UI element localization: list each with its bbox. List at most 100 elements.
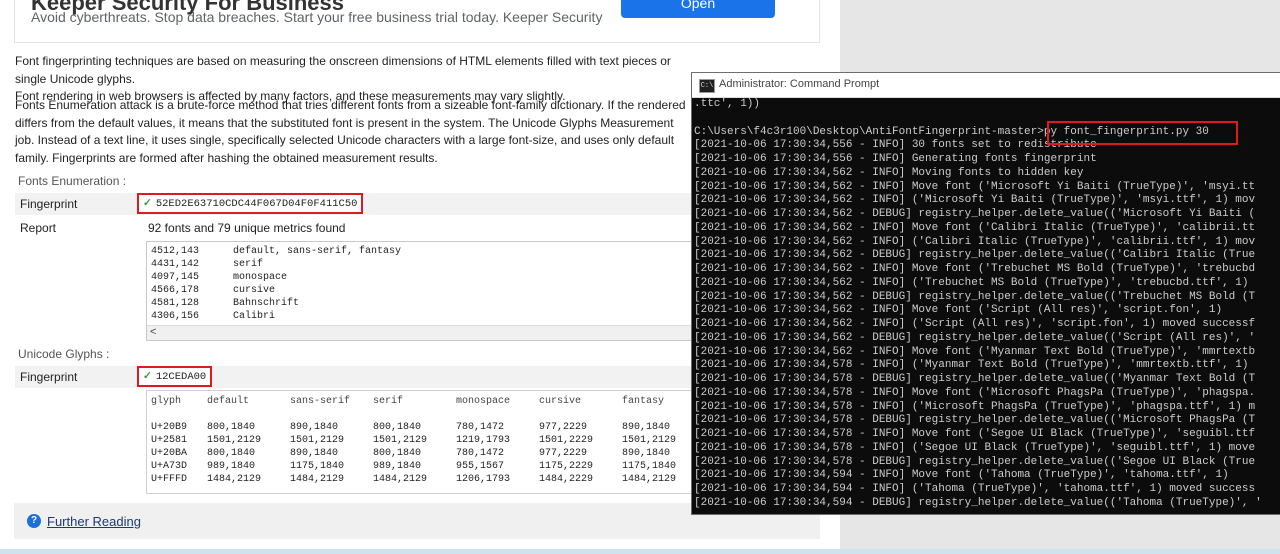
console-line: .ttc', 1)) <box>694 98 761 110</box>
table-cell: U+2581 <box>151 435 188 446</box>
check-icon: ✓ <box>143 370 152 382</box>
scroll-left-icon[interactable]: < <box>150 326 156 338</box>
console-line: [2021-10-06 17:30:34,562 - INFO] Move fo… <box>694 263 1256 275</box>
metric-fonts: monospace <box>233 272 288 283</box>
table-cell: U+20B9 <box>151 422 188 433</box>
metric-size: 4097,145 <box>151 272 200 283</box>
list-item: 4581,128 Bahnschrift <box>151 298 299 309</box>
console-line: [2021-10-06 17:30:34,578 - DEBUG] regist… <box>694 455 1256 468</box>
ad-banner[interactable]: Keeper Security For Business Avoid cyber… <box>14 0 820 43</box>
fonts-fingerprint-row: Fingerprint ✓ 52ED2E63710CDC44F067D04F0F4… <box>15 193 691 215</box>
unicode-fingerprint-value[interactable]: ✓ 12CEDA00 <box>137 366 213 387</box>
command-highlight <box>1047 121 1238 145</box>
list-item: 4306,156 Calibri <box>151 311 275 322</box>
console-line: [2021-10-06 17:30:34,578 - INFO] Move fo… <box>694 386 1256 399</box>
fonts-fingerprint-value[interactable]: ✓ 52ED2E63710CDC44F067D04F0F411C50 <box>137 193 364 214</box>
enumeration-line: family. Fingerprints are formed after ha… <box>15 150 438 165</box>
metric-size: 4512,143 <box>151 246 200 257</box>
table-cell: 1501,2129 <box>373 435 428 446</box>
fingerprint-label: Fingerprint <box>20 370 78 384</box>
bottom-strip <box>0 549 1280 554</box>
table-cell: 780,1472 <box>456 422 505 433</box>
metric-fonts: Calibri <box>233 311 276 322</box>
report-text: 92 fonts and 79 unique metrics found <box>148 221 346 235</box>
table-cell: 800,1840 <box>207 422 256 433</box>
glyph-table: glyph default sans-serif serif monospace curs… <box>146 390 696 494</box>
font-metrics-list[interactable]: 4512,143 default, sans-serif, fantasy 443… <box>146 241 696 341</box>
metric-size: 4306,156 <box>151 311 200 322</box>
window-titlebar[interactable]: C:\ Administrator: Command Prompt <box>692 73 1280 98</box>
table-cell: 1484,2129 <box>207 474 262 485</box>
console-line: [2021-10-06 17:30:34,594 - INFO] Move fo… <box>694 469 1229 482</box>
further-reading-link[interactable]: Further Reading <box>47 514 141 529</box>
table-header: sans-serif <box>290 396 351 407</box>
table-cell: U+20BA <box>151 448 188 459</box>
table-header: cursive <box>539 396 582 407</box>
table-cell: 1484,2129 <box>290 474 345 485</box>
console-line: [2021-10-06 17:30:34,562 - INFO] Move fo… <box>694 345 1256 358</box>
console-output[interactable]: .ttc', 1)) C:\Users\f4c3r100\Desktop\Anti… <box>692 97 1280 514</box>
table-header: monospace <box>456 396 511 407</box>
console-line: [2021-10-06 17:30:34,562 - DEBUG] regist… <box>694 249 1256 262</box>
console-line: [2021-10-06 17:30:34,578 - INFO] Move fo… <box>694 428 1256 440</box>
metric-size: 4431,142 <box>151 259 200 270</box>
table-header: default <box>207 396 250 407</box>
console-line: [2021-10-06 17:30:34,562 - INFO] ('Calib… <box>694 235 1256 248</box>
enumeration-line: job. Instead of a text line, it uses sin… <box>15 133 675 147</box>
metric-fonts: default, sans-serif, fantasy <box>233 246 402 257</box>
table-cell: 1501,2129 <box>207 435 262 446</box>
horizontal-scrollbar[interactable]: < <box>147 325 695 340</box>
table-cell: 1484,2129 <box>373 474 428 485</box>
table-cell: 890,1840 <box>290 422 339 433</box>
list-item: 4566,178 cursive <box>151 285 275 296</box>
unicode-glyphs-label: Unicode Glyphs : <box>18 347 110 361</box>
list-item: 4431,142 serif <box>151 259 263 270</box>
table-cell: 890,1840 <box>290 448 339 459</box>
console-line: [2021-10-06 17:30:34,578 - INFO] ('Micro… <box>694 400 1256 413</box>
enumeration-paragraph: Fonts Enumeration attack is a brute-forc… <box>15 97 693 167</box>
console-line: [2021-10-06 17:30:34,594 - INFO] ('Tahom… <box>694 483 1256 495</box>
console-line: [2021-10-06 17:30:34,578 - INFO] ('Segoe… <box>694 441 1256 454</box>
console-line: [2021-10-06 17:30:34,578 - DEBUG] regist… <box>694 373 1256 385</box>
table-cell: 1501,2229 <box>539 435 594 446</box>
check-icon: ✓ <box>143 197 152 209</box>
metric-fonts: Bahnschrift <box>233 298 300 309</box>
ad-description: Avoid cyberthreats. Stop data breaches. … <box>31 9 603 25</box>
table-cell: 989,1840 <box>207 461 256 472</box>
metric-size: 4581,128 <box>151 298 200 309</box>
table-cell: 890,1840 <box>622 422 671 433</box>
command-prompt-window[interactable]: C:\ Administrator: Command Prompt .ttc',… <box>691 72 1280 515</box>
table-cell: 1484,2229 <box>539 474 594 485</box>
metric-fonts: serif <box>233 259 264 270</box>
table-cell: 1175,1840 <box>290 461 345 472</box>
table-cell: 989,1840 <box>373 461 422 472</box>
table-cell: 1175,2229 <box>539 461 594 472</box>
console-line: [2021-10-06 17:30:34,562 - INFO] Moving … <box>694 166 1084 179</box>
window-title: Administrator: Command Prompt <box>719 78 880 90</box>
console-line: [2021-10-06 17:30:34,578 - INFO] ('Myanm… <box>694 359 1249 372</box>
table-cell: 1484,2129 <box>622 474 677 485</box>
list-item: 4512,143 default, sans-serif, fantasy <box>151 246 401 257</box>
report-row: Report 92 fonts and 79 unique metrics fo… <box>15 217 691 239</box>
console-line: [2021-10-06 17:30:34,562 - DEBUG] regist… <box>694 290 1256 303</box>
ad-open-button[interactable]: Open <box>621 0 775 18</box>
table-cell: 890,1840 <box>622 448 671 459</box>
table-cell: 800,1840 <box>207 448 256 459</box>
question-icon: ? <box>27 514 41 528</box>
table-header: serif <box>373 396 404 407</box>
console-line: [2021-10-06 17:30:34,556 - INFO] Generat… <box>694 153 1097 165</box>
console-line: [2021-10-06 17:30:34,594 - DEBUG] regist… <box>694 496 1262 509</box>
unicode-fingerprint-row: Fingerprint ✓ 12CEDA00 <box>15 366 691 388</box>
table-cell: 977,2229 <box>539 422 588 433</box>
console-line: [2021-10-06 17:30:34,562 - INFO] Move fo… <box>694 180 1256 193</box>
console-line: [2021-10-06 17:30:34,562 - INFO] Move fo… <box>694 221 1256 234</box>
console-line: [2021-10-06 17:30:34,562 - INFO] ('Trebu… <box>694 276 1249 289</box>
enumeration-line: differs from the default values, it mean… <box>15 115 674 130</box>
table-cell: 1219,1793 <box>456 435 511 446</box>
console-line: [2021-10-06 17:30:34,562 - DEBUG] regist… <box>694 331 1256 344</box>
console-line: [2021-10-06 17:30:34,556 - INFO] 30 font… <box>694 139 1097 152</box>
terminal-icon: C:\ <box>699 79 715 93</box>
console-line: [2021-10-06 17:30:34,562 - INFO] ('Micro… <box>694 194 1256 207</box>
console-line: [2021-10-06 17:30:34,578 - DEBUG] regist… <box>694 414 1256 427</box>
table-cell: 1501,2129 <box>622 435 677 446</box>
